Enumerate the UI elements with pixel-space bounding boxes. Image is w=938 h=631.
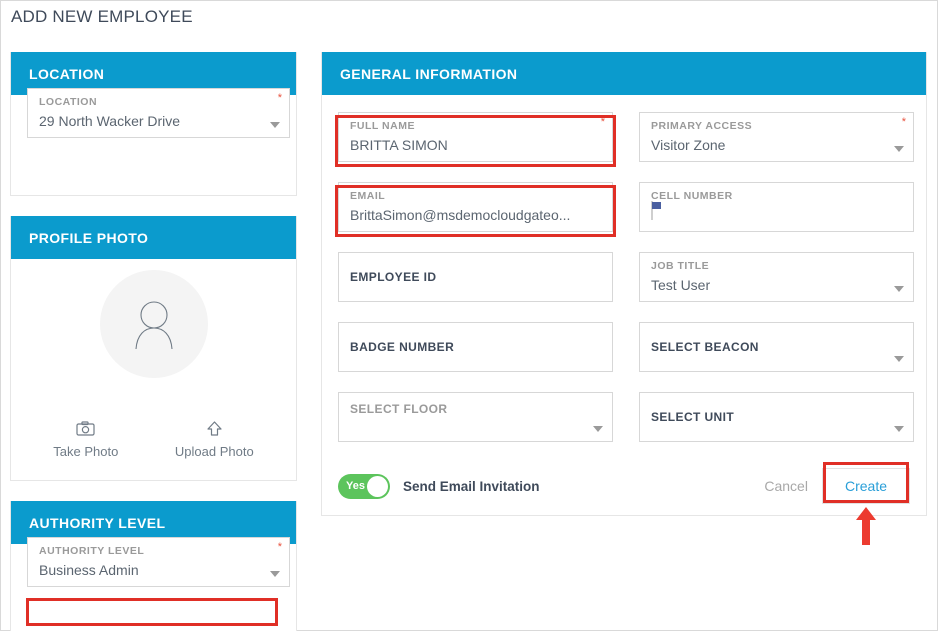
primary-access-label: PRIMARY ACCESS xyxy=(651,120,753,132)
upload-photo-label: Upload Photo xyxy=(174,444,254,459)
select-floor-placeholder: SELECT FLOOR xyxy=(350,402,448,416)
email-cell: EMAIL BrittaSimon@msdemocloudgateo... xyxy=(338,182,613,232)
employee-id-placeholder: EMPLOYEE ID xyxy=(350,270,437,284)
cell-number-cell: CELL NUMBER xyxy=(639,182,914,232)
select-floor-select[interactable]: SELECT FLOOR xyxy=(338,392,613,442)
create-button[interactable]: Create xyxy=(821,468,910,504)
flag-canton xyxy=(652,202,661,209)
avatar-wrapper xyxy=(11,270,296,378)
required-asterisk-icon: * xyxy=(600,116,605,128)
toggle-knob xyxy=(367,475,388,497)
chevron-down-icon[interactable] xyxy=(270,571,280,577)
job-title-cell: JOB TITLE Test User xyxy=(639,252,914,302)
chevron-down-icon[interactable] xyxy=(894,286,904,292)
authority-level-select-label: AUTHORITY LEVEL xyxy=(39,545,145,557)
general-information-panel: GENERAL INFORMATION FULL NAME BRITTA SIM… xyxy=(321,52,927,516)
general-information-heading: GENERAL INFORMATION xyxy=(322,52,926,95)
chevron-down-icon[interactable] xyxy=(270,122,280,128)
job-title-value: Test User xyxy=(651,277,711,293)
chevron-down-icon[interactable] xyxy=(894,146,904,152)
location-panel-body: Please choose a location. LOCATION 29 No… xyxy=(11,88,296,138)
red-arrow-annotation-icon xyxy=(856,507,876,545)
take-photo-button[interactable]: Take Photo xyxy=(53,421,118,459)
employee-id-input[interactable]: EMPLOYEE ID xyxy=(338,252,613,302)
upload-photo-button[interactable]: Upload Photo xyxy=(175,421,254,459)
job-title-select[interactable]: JOB TITLE Test User xyxy=(639,252,914,302)
primary-access-value: Visitor Zone xyxy=(651,137,726,153)
upload-arrow-icon xyxy=(206,421,223,439)
email-value: BrittaSimon@msdemocloudgateo... xyxy=(350,207,571,223)
employee-id-cell: EMPLOYEE ID xyxy=(338,252,613,302)
location-panel: LOCATION Please choose a location. LOCAT… xyxy=(10,52,297,196)
general-panel-footer: Yes Send Email Invitation Cancel Create xyxy=(338,464,910,508)
full-name-label: FULL NAME xyxy=(350,120,415,132)
chevron-down-icon[interactable] xyxy=(593,426,603,432)
take-photo-label: Take Photo xyxy=(53,444,119,459)
profile-photo-heading: PROFILE PHOTO xyxy=(11,216,296,259)
email-label: EMAIL xyxy=(350,190,386,202)
photo-actions: Take Photo Upload Photo xyxy=(25,421,282,459)
full-name-input[interactable]: FULL NAME BRITTA SIMON * xyxy=(338,112,613,162)
select-unit-select[interactable]: SELECT UNIT xyxy=(639,392,914,442)
primary-access-select[interactable]: PRIMARY ACCESS Visitor Zone * xyxy=(639,112,914,162)
full-name-value: BRITTA SIMON xyxy=(350,137,448,153)
send-email-invitation-toggle[interactable]: Yes xyxy=(338,473,390,499)
authority-level-body: Assign Authority Level. AUTHORITY LEVEL … xyxy=(11,537,296,587)
person-placeholder-icon xyxy=(134,301,173,350)
chevron-down-icon[interactable] xyxy=(894,356,904,362)
select-unit-cell: SELECT UNIT xyxy=(639,392,914,442)
full-name-cell: FULL NAME BRITTA SIMON * xyxy=(338,112,613,162)
select-unit-placeholder: SELECT UNIT xyxy=(651,410,735,424)
select-floor-cell: SELECT FLOOR xyxy=(338,392,613,442)
badge-number-placeholder: BADGE NUMBER xyxy=(350,340,455,354)
primary-access-cell: PRIMARY ACCESS Visitor Zone * xyxy=(639,112,914,162)
send-email-invitation-label: Send Email Invitation xyxy=(403,478,540,494)
select-beacon-placeholder: SELECT BEACON xyxy=(651,340,759,354)
select-beacon-select[interactable]: SELECT BEACON xyxy=(639,322,914,372)
badge-number-cell: BADGE NUMBER xyxy=(338,322,613,372)
add-employee-page: ADD NEW EMPLOYEE LOCATION Please choose … xyxy=(0,0,938,631)
profile-photo-panel: PROFILE PHOTO Take Photo Upload Photo xyxy=(10,216,297,481)
location-select-label: LOCATION xyxy=(39,96,98,108)
email-input[interactable]: EMAIL BrittaSimon@msdemocloudgateo... xyxy=(338,182,613,232)
select-beacon-cell: SELECT BEACON xyxy=(639,322,914,372)
badge-number-input[interactable]: BADGE NUMBER xyxy=(338,322,613,372)
cancel-button[interactable]: Cancel xyxy=(750,478,822,494)
us-flag-icon[interactable] xyxy=(651,201,661,220)
authority-level-select-value: Business Admin xyxy=(39,562,139,578)
authority-level-select[interactable]: AUTHORITY LEVEL Business Admin * xyxy=(27,537,290,587)
cell-number-input[interactable]: CELL NUMBER xyxy=(639,182,914,232)
page-title: ADD NEW EMPLOYEE xyxy=(11,7,193,26)
avatar xyxy=(99,270,208,378)
chevron-down-icon[interactable] xyxy=(894,426,904,432)
job-title-label: JOB TITLE xyxy=(651,260,710,272)
required-asterisk-icon: * xyxy=(277,541,282,553)
cell-number-label: CELL NUMBER xyxy=(651,190,733,202)
location-select-value: 29 North Wacker Drive xyxy=(39,113,181,129)
location-select[interactable]: LOCATION 29 North Wacker Drive * xyxy=(27,88,290,138)
required-asterisk-icon: * xyxy=(901,116,906,128)
required-asterisk-icon: * xyxy=(277,92,282,104)
authority-level-panel: AUTHORITY LEVEL Assign Authority Level. … xyxy=(10,501,297,631)
camera-icon xyxy=(76,421,95,439)
toggle-state-label: Yes xyxy=(346,480,365,492)
footer-actions: Cancel Create xyxy=(750,468,910,504)
